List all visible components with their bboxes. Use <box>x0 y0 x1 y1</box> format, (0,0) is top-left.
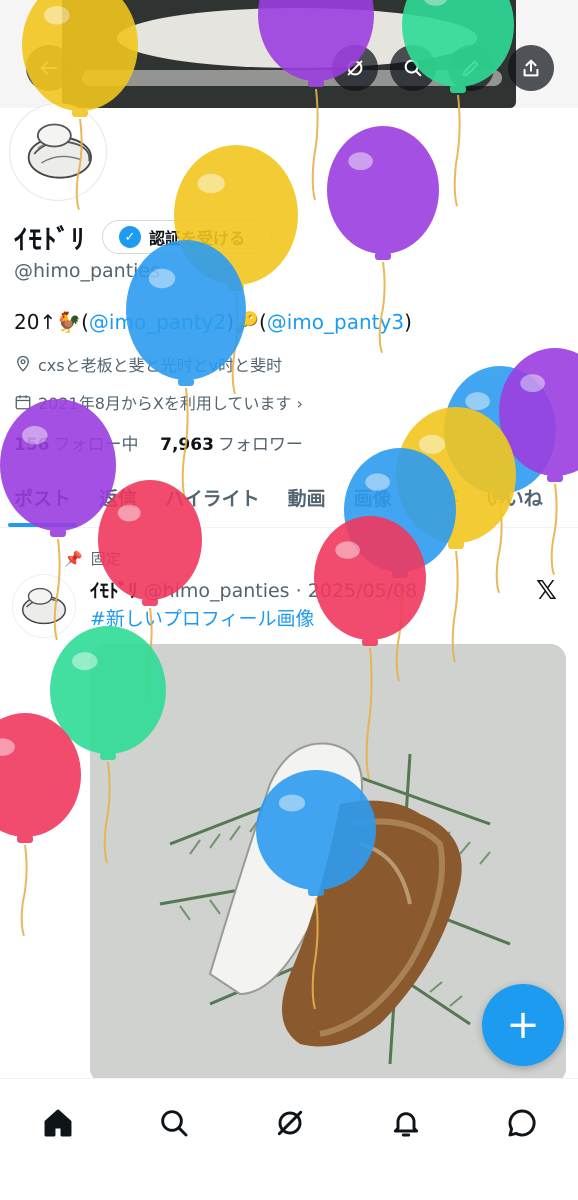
pin-icon: 📌 <box>64 549 83 568</box>
profile-location: cxsと老板と斐と光时とv时と斐时 <box>14 352 282 376</box>
edit-button[interactable] <box>448 45 494 91</box>
search-icon <box>404 59 422 77</box>
tab-articles[interactable]: 記事 <box>406 470 472 527</box>
grok-icon <box>347 60 363 76</box>
profile-bio: 20↑🐓(@imo_panty2)🔑(@imo_panty3) <box>14 310 412 334</box>
balloon <box>396 407 516 663</box>
get-verified-button[interactable]: ✓ 認証を受ける <box>102 220 272 254</box>
grok-button[interactable] <box>332 45 378 91</box>
tab-highlights[interactable]: ハイライト <box>151 470 274 527</box>
nav-home[interactable] <box>30 1095 86 1151</box>
oyster-avatar-image <box>13 575 75 637</box>
message-icon <box>508 1109 536 1137</box>
banner-stripe <box>82 70 502 86</box>
profile-joined[interactable]: 2021年8月からXを利用しています › <box>14 390 303 414</box>
following-link[interactable]: 156 フォロー中 <box>14 435 139 455</box>
calendar-icon <box>15 395 31 410</box>
tab-replies[interactable]: 返信 <box>85 470 151 527</box>
location-pin-icon <box>17 355 29 372</box>
verified-badge-icon: ✓ <box>119 226 141 248</box>
nav-grok[interactable] <box>262 1095 318 1151</box>
pinned-label: 固定 <box>90 550 121 568</box>
post-handle-date: @himo_panties · 2025/05/08 <box>143 580 418 602</box>
post-author-name[interactable]: ｲﾓﾄﾞﾘ <box>90 580 138 602</box>
get-verified-label: 認証を受ける <box>149 229 246 248</box>
joined-text: 2021年8月からXを利用しています › <box>38 394 303 413</box>
plus-icon: + <box>506 1002 540 1048</box>
nav-notifications[interactable] <box>378 1095 434 1151</box>
oyster-avatar-image <box>14 108 102 196</box>
share-icon <box>523 59 539 77</box>
grok-icon <box>277 1110 303 1136</box>
followers-count: 7,963 <box>160 435 214 455</box>
followers-link[interactable]: 7,963 フォロワー <box>160 435 303 455</box>
post-author-avatar[interactable] <box>12 574 76 638</box>
search-icon <box>161 1110 188 1137</box>
balloon <box>499 348 578 576</box>
nav-explore[interactable] <box>146 1095 202 1151</box>
banner-image <box>62 0 516 108</box>
profile-handle: @himo_panties <box>14 260 161 282</box>
nav-messages[interactable] <box>494 1095 550 1151</box>
location-text: cxsと老板と斐と光时とv时と斐时 <box>38 356 283 375</box>
compose-post-button[interactable]: + <box>482 984 564 1066</box>
tab-videos[interactable]: 動画 <box>274 470 340 527</box>
bio-mention-link-1[interactable]: @imo_panty2 <box>89 310 226 334</box>
back-arrow-icon <box>40 61 58 75</box>
bio-text-prefix: 20↑🐓( <box>14 310 89 334</box>
back-button[interactable] <box>26 45 72 91</box>
profile-avatar[interactable] <box>10 104 106 200</box>
share-button[interactable] <box>508 45 554 91</box>
followers-label: フォロワー <box>217 435 303 455</box>
tab-likes[interactable]: いいね <box>472 470 557 527</box>
balloon <box>0 713 81 937</box>
following-label: フォロー中 <box>53 435 139 455</box>
follow-stats: 156 フォロー中 7,963 フォロワー <box>14 430 303 455</box>
search-button[interactable] <box>390 45 436 91</box>
x-logo-icon: 𝕏 <box>536 576 557 606</box>
home-icon <box>44 1109 72 1137</box>
profile-banner <box>0 0 578 108</box>
pinned-indicator: 📌 固定 <box>64 548 121 569</box>
tab-posts[interactable]: ポスト <box>0 470 85 527</box>
post-header: ｲﾓﾄﾞﾘ @himo_panties · 2025/05/08 <box>90 576 417 603</box>
bio-mention-link-2[interactable]: @imo_panty3 <box>267 310 404 334</box>
tab-media[interactable]: 画像 <box>340 470 406 527</box>
bottom-navigation <box>0 1078 578 1200</box>
post-hashtag[interactable]: #新しいプロフィール画像 <box>90 604 315 631</box>
bell-icon <box>393 1112 419 1137</box>
bio-text-suffix: ) <box>404 310 412 334</box>
display-name: ｲﾓﾄﾞﾘ <box>14 225 86 256</box>
following-count: 156 <box>14 435 50 455</box>
bio-text-middle: )🔑( <box>226 310 267 334</box>
pencil-icon <box>462 60 479 77</box>
profile-tabs: ポスト 返信 ハイライト 動画 画像 記事 いいね <box>0 470 578 528</box>
